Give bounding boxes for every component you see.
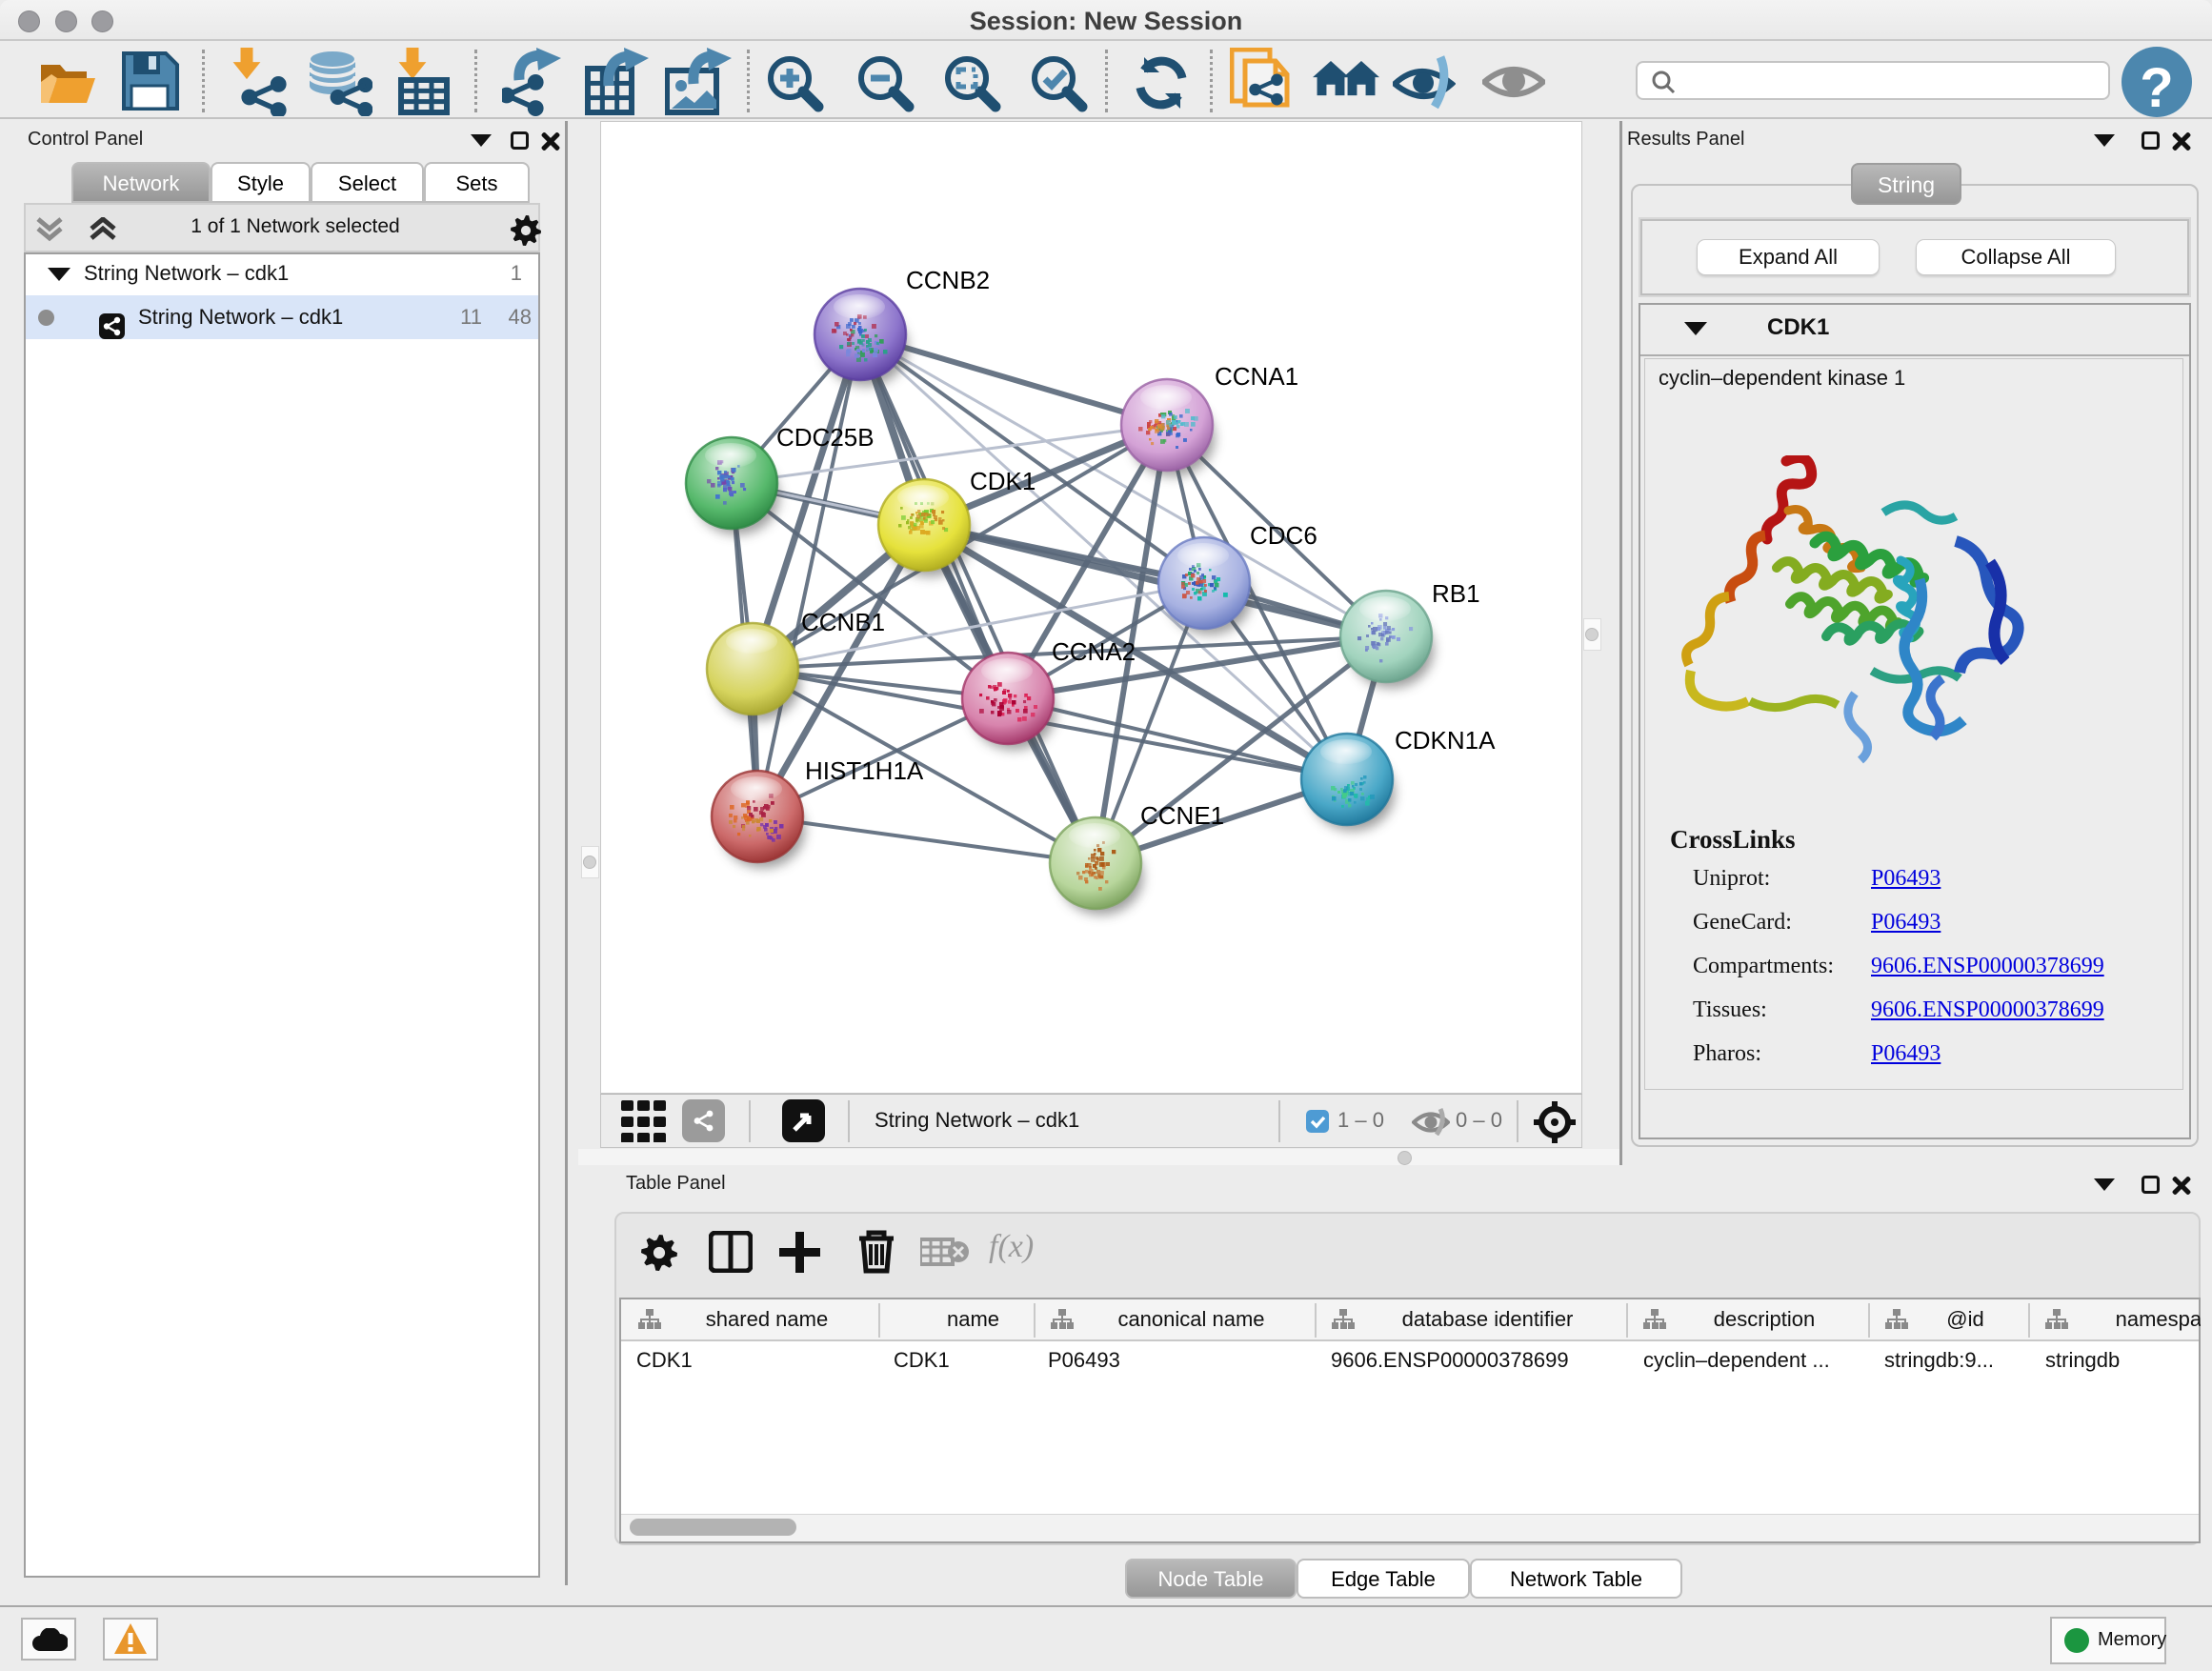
svg-text:CCNA1: CCNA1 [1215,362,1298,391]
svg-text:CDC6: CDC6 [1250,521,1317,550]
svg-text:CCNB2: CCNB2 [906,266,990,294]
svg-text:CDKN1A: CDKN1A [1395,726,1496,755]
svg-text:CDC25B: CDC25B [776,423,875,452]
svg-text:HIST1H1A: HIST1H1A [805,756,924,785]
svg-text:?: ? [2140,57,2173,119]
svg-text:CDK1: CDK1 [970,467,1036,495]
svg-text:CCNA2: CCNA2 [1052,637,1136,666]
svg-text:CCNE1: CCNE1 [1140,801,1224,830]
svg-text:RB1: RB1 [1432,579,1480,608]
svg-text:CCNB1: CCNB1 [801,608,885,636]
